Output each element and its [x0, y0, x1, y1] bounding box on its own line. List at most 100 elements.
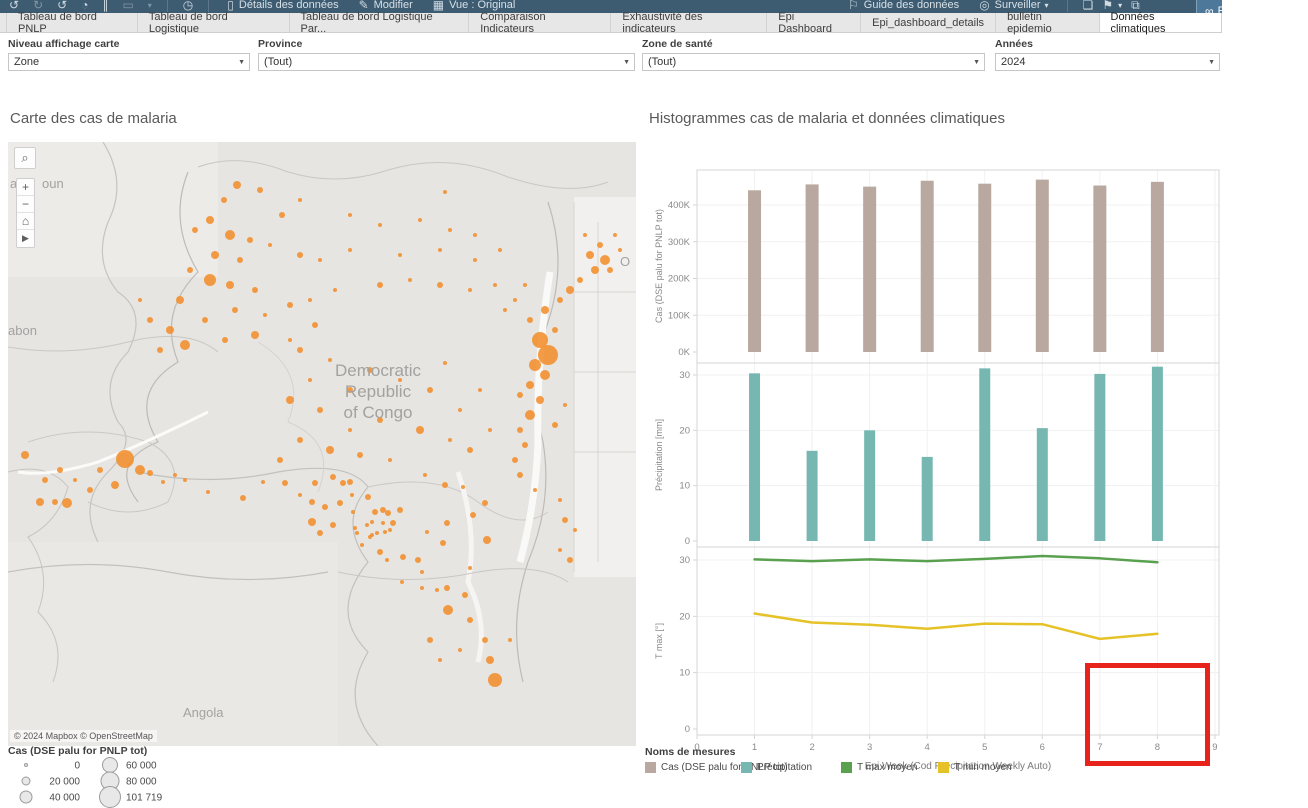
- map-dot[interactable]: [437, 282, 443, 288]
- map-dot[interactable]: [42, 477, 48, 483]
- map-dot[interactable]: [347, 387, 353, 393]
- map-dot[interactable]: [308, 378, 312, 382]
- map-dot[interactable]: [563, 403, 567, 407]
- map-dot[interactable]: [116, 450, 134, 468]
- map-dot[interactable]: [517, 472, 523, 478]
- map-dot[interactable]: [482, 500, 488, 506]
- map-dot[interactable]: [526, 381, 534, 389]
- map-dot[interactable]: [400, 554, 406, 560]
- precipitation-bar[interactable]: [1037, 428, 1048, 541]
- map-dot[interactable]: [562, 517, 568, 523]
- tab-tableau-de-bord-logistique[interactable]: Tableau de bord Logistique: [138, 13, 290, 32]
- map-dot[interactable]: [533, 488, 537, 492]
- map-dot[interactable]: [330, 474, 336, 480]
- map-dot[interactable]: [398, 253, 402, 257]
- map-dot[interactable]: [240, 495, 246, 501]
- map-dot[interactable]: [187, 267, 193, 273]
- map-dot[interactable]: [378, 223, 382, 227]
- cas-malaria-bar[interactable]: [748, 190, 761, 352]
- map-dot[interactable]: [211, 251, 219, 259]
- map-dot[interactable]: [73, 478, 77, 482]
- map-dot[interactable]: [418, 218, 422, 222]
- map-dot[interactable]: [206, 490, 210, 494]
- tab-exhaustivit-des-indicateurs[interactable]: Exhaustivité des indicateurs: [611, 13, 767, 32]
- cas-malaria-bar[interactable]: [1036, 180, 1049, 352]
- map-dot[interactable]: [427, 387, 433, 393]
- map-dot[interactable]: [348, 213, 352, 217]
- map-dot[interactable]: [613, 233, 617, 237]
- zoom-out-button[interactable]: −: [17, 196, 34, 213]
- map-dot[interactable]: [416, 426, 424, 434]
- map-dot[interactable]: [552, 422, 558, 428]
- map-dot[interactable]: [398, 378, 402, 382]
- map-dot[interactable]: [408, 278, 412, 282]
- data-guide-button[interactable]: ⚐ Guide des données: [848, 0, 959, 12]
- precipitation-bar[interactable]: [1094, 374, 1105, 541]
- tab-bulletin-epidemio[interactable]: bulletin epidemio: [996, 13, 1099, 32]
- map-dot[interactable]: [360, 543, 364, 547]
- map-dot[interactable]: [330, 522, 336, 528]
- filter-dropdown-zone-de-sant[interactable]: (Tout)▼: [642, 53, 985, 71]
- map-dot[interactable]: [482, 637, 488, 643]
- map-dot[interactable]: [486, 656, 494, 664]
- map-dot[interactable]: [467, 447, 473, 453]
- map-dot[interactable]: [261, 480, 265, 484]
- map-dot[interactable]: [36, 498, 44, 506]
- map-dot[interactable]: [383, 530, 387, 534]
- filter-dropdown-niveau-affichage-carte[interactable]: Zone▼: [8, 53, 250, 71]
- map-dot[interactable]: [350, 493, 354, 497]
- map-dot[interactable]: [297, 437, 303, 443]
- map-dot[interactable]: [448, 228, 452, 232]
- map-dot[interactable]: [473, 258, 477, 262]
- map-dot[interactable]: [443, 190, 447, 194]
- map-dot[interactable]: [458, 648, 462, 652]
- map-dot[interactable]: [468, 288, 472, 292]
- map-dot[interactable]: [282, 480, 288, 486]
- map-dot[interactable]: [470, 512, 476, 518]
- map-dot[interactable]: [377, 549, 383, 555]
- map-dot[interactable]: [317, 530, 323, 536]
- map-dot[interactable]: [183, 478, 187, 482]
- map-dot[interactable]: [557, 297, 563, 303]
- tab-tableau-de-bord-logistique-par[interactable]: Tableau de bord Logistique Par...: [290, 13, 470, 32]
- map-dot[interactable]: [333, 288, 337, 292]
- pan-mode-button[interactable]: ▶: [17, 230, 34, 247]
- legend-item-pr-cipitation[interactable]: Précipitation: [741, 762, 812, 773]
- map-dot[interactable]: [591, 266, 599, 274]
- map-dot[interactable]: [257, 187, 263, 193]
- map-dot[interactable]: [353, 526, 357, 530]
- map-dot[interactable]: [385, 558, 389, 562]
- map-dot[interactable]: [226, 281, 234, 289]
- map-dot[interactable]: [355, 531, 359, 535]
- map-dot[interactable]: [538, 345, 558, 365]
- map-dot[interactable]: [420, 586, 424, 590]
- map-dot[interactable]: [365, 494, 371, 500]
- map-dot[interactable]: [390, 520, 396, 526]
- map-dot[interactable]: [97, 467, 103, 473]
- map-dot[interactable]: [552, 327, 558, 333]
- map-dot[interactable]: [420, 570, 424, 574]
- map-dot[interactable]: [206, 216, 214, 224]
- map-dot[interactable]: [351, 510, 355, 514]
- map-dot[interactable]: [529, 359, 541, 371]
- tab-comparaison-indicateurs[interactable]: Comparaison Indicateurs: [469, 13, 611, 32]
- map-dot[interactable]: [347, 479, 353, 485]
- map-dot[interactable]: [87, 487, 93, 493]
- map-dot[interactable]: [237, 257, 243, 263]
- map-dot[interactable]: [488, 428, 492, 432]
- map-dot[interactable]: [161, 480, 165, 484]
- tab-epi-dashboard-details[interactable]: Epi_dashboard_details: [861, 13, 996, 32]
- cas-malaria-bar[interactable]: [1151, 182, 1164, 352]
- cas-malaria-bar[interactable]: [921, 181, 934, 352]
- map-dot[interactable]: [458, 408, 462, 412]
- map-dot[interactable]: [478, 388, 482, 392]
- map-dot[interactable]: [607, 267, 613, 273]
- map-dot[interactable]: [365, 523, 369, 527]
- legend-item-t-min-moyen[interactable]: T min moyen: [938, 762, 1012, 773]
- map-dot[interactable]: [423, 473, 427, 477]
- map-dot[interactable]: [322, 504, 328, 510]
- map-dot[interactable]: [337, 500, 343, 506]
- map-dot[interactable]: [180, 340, 190, 350]
- map-dot[interactable]: [204, 274, 216, 286]
- map-dot[interactable]: [467, 617, 473, 623]
